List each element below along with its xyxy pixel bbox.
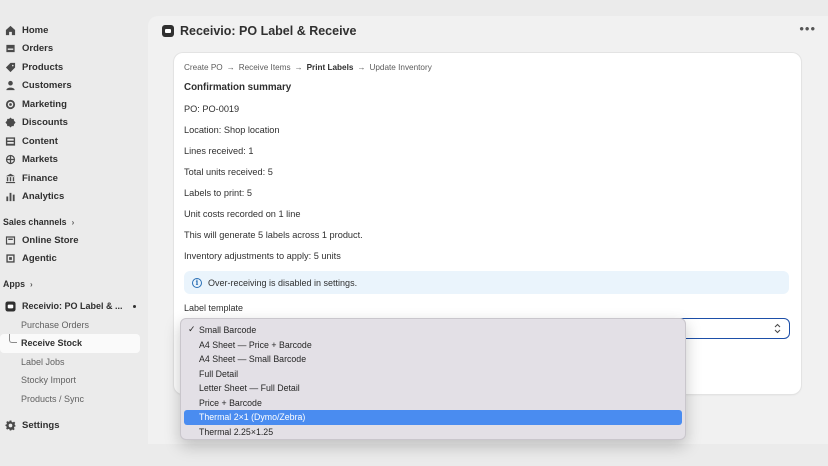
crumb-print-labels: Print Labels <box>306 63 354 72</box>
chevron-right-icon: › <box>30 279 33 289</box>
option-full-detail[interactable]: Full Detail <box>184 367 682 382</box>
pin-dot-icon[interactable] <box>132 304 136 308</box>
page-title: Receivio: PO Label & Receive <box>180 24 357 38</box>
option-thermal-2x1[interactable]: Thermal 2×1 (Dymo/Zebra) <box>184 410 682 425</box>
content-icon <box>5 136 16 147</box>
nav-label: Finance <box>22 172 58 184</box>
nav-label: Analytics <box>22 191 65 203</box>
app-icon <box>5 301 16 312</box>
crumb-update-inventory[interactable]: Update Inventory <box>369 63 431 72</box>
orders-icon <box>5 43 16 54</box>
sub-products-sync[interactable]: Products / Sync <box>0 390 148 409</box>
nav-label: Discounts <box>22 117 68 129</box>
nav-home[interactable]: Home <box>0 21 148 40</box>
info-banner: i Over-receiving is disabled in settings… <box>184 271 789 294</box>
summary-title: Confirmation summary <box>184 82 292 93</box>
label-template-label: Label template <box>184 303 244 313</box>
bank-icon <box>5 173 16 184</box>
discount-icon <box>5 117 16 128</box>
nav-markets[interactable]: Markets <box>0 151 148 170</box>
nav-label: Customers <box>22 80 72 92</box>
nav-discounts[interactable]: Discounts <box>0 114 148 133</box>
sales-channels-header[interactable]: Sales channels › <box>0 213 148 231</box>
arrow-right-icon: → <box>357 63 366 72</box>
check-icon: ✓ <box>188 324 196 334</box>
target-icon <box>5 99 16 110</box>
nav-label: Content <box>22 135 58 147</box>
nav-products[interactable]: Products <box>0 58 148 77</box>
nav-orders[interactable]: Orders <box>0 40 148 59</box>
nav-marketing[interactable]: Marketing <box>0 95 148 114</box>
bar-chart-icon <box>5 191 16 202</box>
globe-icon <box>5 154 16 165</box>
store-icon <box>5 235 16 246</box>
nav-online-store[interactable]: Online Store <box>0 231 148 250</box>
summary-generate: This will generate 5 labels across 1 pro… <box>184 230 363 240</box>
tree-connector-icon <box>9 334 17 343</box>
apps-header[interactable]: Apps › <box>0 275 148 293</box>
more-actions-icon[interactable]: ••• <box>799 22 816 35</box>
summary-total-units: Total units received: 5 <box>184 167 273 177</box>
sub-label-jobs[interactable]: Label Jobs <box>0 353 148 372</box>
nav-settings[interactable]: Settings <box>0 416 148 435</box>
nav-label: Online Store <box>22 234 79 246</box>
app-icon <box>162 25 174 37</box>
home-icon <box>5 25 16 36</box>
summary-lines-received: Lines received: 1 <box>184 146 254 156</box>
nav-finance[interactable]: Finance <box>0 169 148 188</box>
nav-label: Settings <box>22 419 60 431</box>
summary-po: PO: PO-0019 <box>184 104 240 114</box>
label-template-dropdown: ✓ Small Barcode A4 Sheet — Price + Barco… <box>180 318 686 440</box>
chevron-right-icon: › <box>71 217 75 227</box>
banner-text: Over-receiving is disabled in settings. <box>208 277 358 288</box>
sub-receive-stock[interactable]: Receive Stock <box>0 334 140 353</box>
option-letter-full-detail[interactable]: Letter Sheet — Full Detail <box>184 381 682 396</box>
info-icon: i <box>192 277 202 288</box>
nav-label: Products <box>22 61 64 73</box>
nav-customers[interactable]: Customers <box>0 77 148 96</box>
crumb-create-po[interactable]: Create PO <box>184 63 223 72</box>
sidebar: Home Orders Products Customers Marketing… <box>0 0 148 466</box>
nav-label: Markets <box>22 154 58 166</box>
nav-analytics[interactable]: Analytics <box>0 188 148 207</box>
arrow-right-icon: → <box>226 63 235 72</box>
agentic-icon <box>5 253 16 264</box>
sub-stocky-import[interactable]: Stocky Import <box>0 371 148 390</box>
arrow-right-icon: → <box>294 63 303 72</box>
nav-content[interactable]: Content <box>0 132 148 151</box>
sub-purchase-orders[interactable]: Purchase Orders <box>0 316 148 335</box>
crumb-receive-items[interactable]: Receive Items <box>239 63 291 72</box>
app-label: Receivio: PO Label & ... <box>22 301 123 312</box>
tag-icon <box>5 62 16 73</box>
option-price-barcode[interactable]: Price + Barcode <box>184 396 682 411</box>
nav-label: Home <box>22 24 49 36</box>
option-a4-small-barcode[interactable]: A4 Sheet — Small Barcode <box>184 352 682 367</box>
nav-label: Marketing <box>22 98 67 110</box>
person-icon <box>5 80 16 91</box>
summary-labels-to-print: Labels to print: 5 <box>184 188 252 198</box>
nav-label: Orders <box>22 43 54 55</box>
select-stepper-icon <box>774 323 781 334</box>
summary-inventory: Inventory adjustments to apply: 5 units <box>184 251 341 261</box>
gear-icon <box>5 420 16 431</box>
option-a4-price-barcode[interactable]: A4 Sheet — Price + Barcode <box>184 338 682 353</box>
summary-unit-costs: Unit costs recorded on 1 line <box>184 209 301 219</box>
nav-label: Agentic <box>22 253 57 265</box>
nav-app-receivio[interactable]: Receivio: PO Label & ... <box>0 297 148 316</box>
breadcrumb: Create PO → Receive Items → Print Labels… <box>184 63 432 72</box>
option-small-barcode[interactable]: ✓ Small Barcode <box>184 323 682 338</box>
nav-agentic[interactable]: Agentic <box>0 250 148 269</box>
summary-location: Location: Shop location <box>184 125 280 135</box>
option-thermal-2-25x1-25[interactable]: Thermal 2.25×1.25 <box>184 425 682 440</box>
page-header: Receivio: PO Label & Receive <box>162 24 356 38</box>
